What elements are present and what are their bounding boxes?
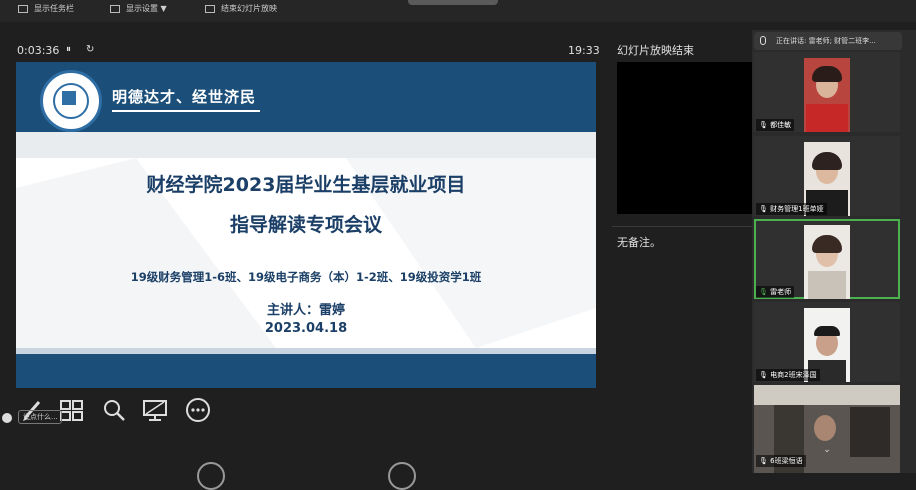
display-settings-button[interactable]: 显示设置 ▼ — [110, 3, 167, 14]
slide-header-band — [16, 62, 596, 132]
slide-title-line1: 财经学院2023届毕业生基层就业项目 — [146, 174, 466, 196]
screen-share-indicator[interactable] — [408, 0, 498, 5]
slide-date: 2023.04.18 — [264, 321, 348, 336]
screen-icon — [143, 400, 167, 421]
participant-tile[interactable]: 🎙 都佳敏 — [754, 52, 900, 132]
slide-title-line2: 指导解读专项会议 — [229, 214, 382, 236]
chevron-down-icon[interactable]: ⌄ — [818, 445, 836, 459]
reset-timer-button[interactable]: ↻ — [86, 44, 94, 55]
slide-gray-band — [16, 132, 596, 158]
taskbar-icon — [18, 4, 28, 13]
show-taskbar-button[interactable]: 显示任务栏 — [18, 3, 74, 14]
microphone-icon — [760, 36, 766, 45]
black-screen-button[interactable] — [141, 396, 169, 424]
slide-footer-band — [16, 354, 596, 388]
slide-speaker: 主讲人：雷婷 — [266, 303, 345, 318]
next-slide-button[interactable] — [388, 462, 416, 490]
display-settings-icon — [110, 4, 120, 13]
participant-tile[interactable]: 🎙 财务管理1班单娅 — [754, 136, 900, 216]
chat-input[interactable]: 说点什么... — [18, 410, 62, 424]
clock: 19:33 — [568, 44, 600, 57]
notes-divider — [612, 226, 752, 227]
show-taskbar-label: 显示任务栏 — [34, 4, 74, 13]
speaker-notes: 无备注。 — [617, 236, 661, 249]
participant-tile-active[interactable]: 🎙 雷老师 — [754, 219, 900, 299]
display-settings-label: 显示设置 ▼ — [126, 4, 167, 13]
university-logo — [40, 70, 102, 132]
more-icon — [186, 398, 210, 422]
previous-slide-button[interactable] — [197, 462, 225, 490]
participant-video — [804, 58, 850, 132]
participant-tile[interactable]: 🎙 6班梁恒语 — [754, 385, 900, 473]
zoom-button[interactable] — [100, 396, 128, 424]
more-options-button[interactable] — [184, 396, 212, 424]
end-show-button[interactable]: 结束幻灯片放映 — [205, 3, 277, 14]
end-show-label: 结束幻灯片放映 — [221, 4, 277, 13]
logo-building-icon — [62, 91, 76, 105]
participant-tile[interactable]: 🎙 电商2班宋泽国 — [754, 302, 900, 382]
slides-grid-icon — [60, 400, 83, 421]
slide-motto: 明德达才、经世济民 — [112, 88, 257, 106]
pause-timer-button[interactable]: ⏸ — [66, 44, 71, 55]
next-slide-preview — [617, 62, 757, 214]
participant-video — [804, 225, 850, 299]
next-slide-label: 幻灯片放映结束 — [617, 44, 694, 57]
end-show-icon — [205, 4, 215, 13]
see-all-slides-button[interactable] — [58, 396, 86, 424]
current-slide: 明德达才、经世济民 财经学院2023届毕业生基层就业项目 指导解读专项会议 19… — [16, 62, 596, 388]
motto-underline — [112, 110, 260, 112]
participant-name: 🎙 财务管理1班单娅 — [756, 203, 827, 215]
slide-classes: 19级财务管理1-6班、19级电子商务（本）1-2班、19级投资学1班 — [130, 270, 482, 284]
participant-name: 🎙 都佳敏 — [756, 119, 795, 131]
participant-name: 🎙 雷老师 — [756, 286, 795, 298]
emoji-icon[interactable] — [2, 413, 12, 423]
speaking-now-banner: 正在讲话: 雷老师; 财管二班李... — [754, 32, 902, 50]
participant-name: 🎙 6班梁恒语 — [756, 455, 806, 467]
magnifier-icon — [104, 400, 125, 421]
elapsed-timer: 0:03:36 — [17, 44, 60, 57]
participant-name: 🎙 电商2班宋泽国 — [756, 369, 820, 381]
